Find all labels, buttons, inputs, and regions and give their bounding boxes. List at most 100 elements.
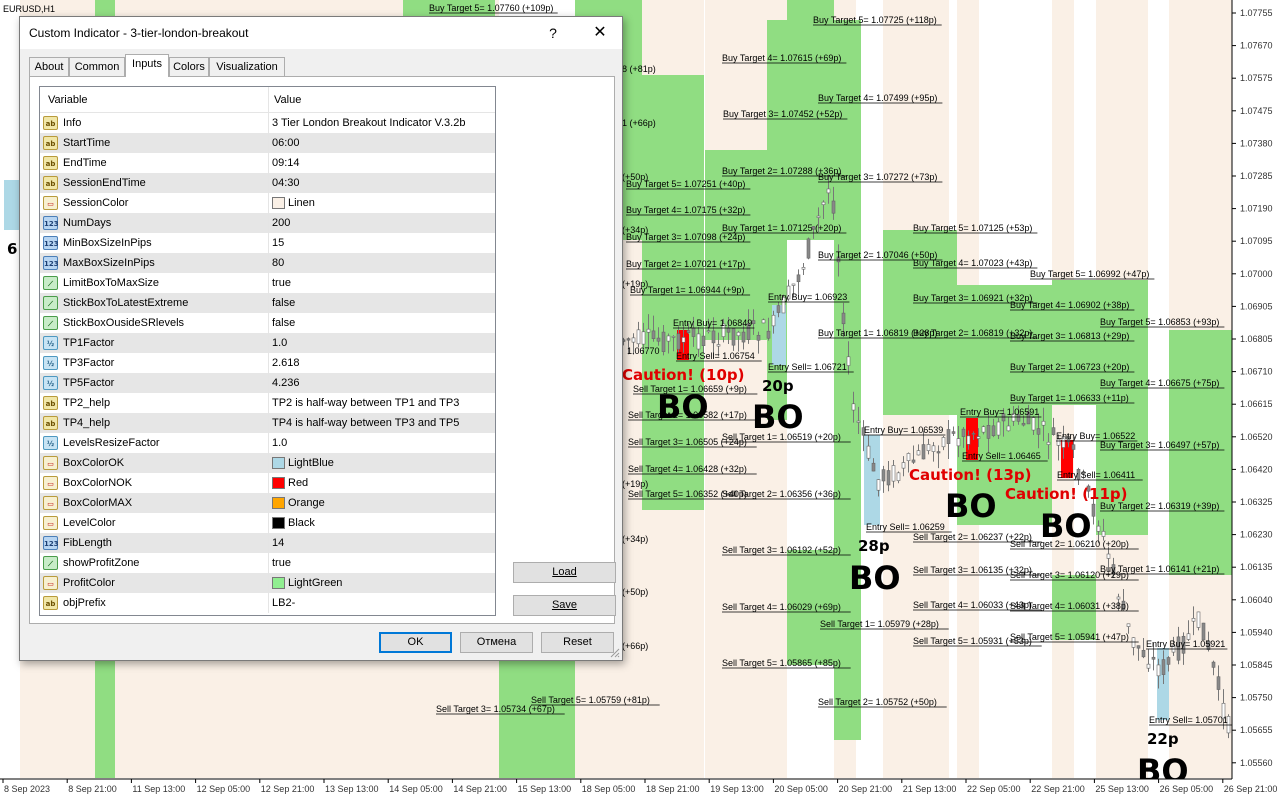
input-row-stickboxtolatestextreme[interactable]: ⟋ StickBoxToLatestExtreme false <box>40 293 495 313</box>
input-row-tp1factor[interactable]: ½ TP1Factor 1.0 <box>40 333 495 353</box>
input-value[interactable]: 1.0 <box>272 437 287 449</box>
box-size-label: 6 <box>7 240 17 258</box>
candle-body <box>1201 622 1206 641</box>
input-name: TP1Factor <box>63 337 115 349</box>
input-value[interactable]: Red <box>288 477 308 489</box>
input-row-profitcolor[interactable]: ▭ ProfitColor LightGreen <box>40 573 495 593</box>
tab-inputs[interactable]: Inputs <box>125 54 169 77</box>
input-name: TP2_help <box>63 397 111 409</box>
input-row-endtime[interactable]: ab EndTime 09:14 <box>40 153 495 173</box>
candle-body <box>726 327 731 333</box>
column-value-header[interactable]: Value <box>274 94 301 106</box>
integer-type-icon: 123 <box>43 256 59 270</box>
input-value[interactable]: 1.0 <box>272 337 287 349</box>
price-tick-label: 1.07755 <box>1240 8 1273 18</box>
help-button[interactable]: ? <box>540 21 566 45</box>
input-row-boxcolormax[interactable]: ▭ BoxColorMAX Orange <box>40 493 495 513</box>
input-value[interactable]: false <box>272 317 295 329</box>
boolean-type-icon: ⟋ <box>43 556 58 570</box>
save-button[interactable]: Save <box>513 595 616 616</box>
input-row-showprofitzone[interactable]: ⟋ showProfitZone true <box>40 553 495 573</box>
time-tick-label: 12 Sep 21:00 <box>261 784 315 794</box>
input-value[interactable]: 06:00 <box>272 137 300 149</box>
input-row-tp3factor[interactable]: ½ TP3Factor 2.618 <box>40 353 495 373</box>
double-type-icon: ½ <box>43 436 58 450</box>
color-swatch <box>272 517 285 529</box>
input-row-minboxsizeinpips[interactable]: 123 MinBoxSizeInPips 15 <box>40 233 495 253</box>
ok-button[interactable]: OK <box>379 632 452 653</box>
input-value[interactable]: true <box>272 277 291 289</box>
column-variable-header[interactable]: Variable <box>48 94 88 106</box>
breakout-label: BO <box>657 388 709 426</box>
candle-body <box>961 428 966 437</box>
candle-body <box>1041 420 1046 426</box>
time-tick-label: 25 Sep 13:00 <box>1095 784 1149 794</box>
level-label: Sell Target 5= 1.05865 (+85p) <box>722 658 841 668</box>
close-button[interactable]: ✕ <box>586 21 614 45</box>
inputs-grid[interactable]: Variable Value ab Info 3 Tier London Break… <box>39 86 496 616</box>
input-value[interactable]: Black <box>288 517 315 529</box>
tab-common[interactable]: Common <box>69 57 125 77</box>
load-button[interactable]: Load <box>513 562 616 583</box>
reset-button[interactable]: Reset <box>541 632 614 653</box>
dialog-titlebar[interactable]: Custom Indicator - 3-tier-london-breakou… <box>20 17 622 49</box>
input-row-limitboxtomaxsize[interactable]: ⟋ LimitBoxToMaxSize true <box>40 273 495 293</box>
level-label: Buy Target 4= 1.07499 (+95p) <box>818 93 937 103</box>
input-row-boxcolornok[interactable]: ▭ BoxColorNOK Red <box>40 473 495 493</box>
time-tick-label: 14 Sep 21:00 <box>453 784 507 794</box>
color-type-icon: ▭ <box>43 496 58 510</box>
input-value[interactable]: TP4 is half-way between TP3 and TP5 <box>272 417 459 429</box>
double-type-icon: ½ <box>43 356 58 370</box>
input-value[interactable]: LightGreen <box>288 577 342 589</box>
input-value[interactable]: 15 <box>272 237 284 249</box>
color-swatch <box>272 497 285 509</box>
tab-colors[interactable]: Colors <box>169 57 209 77</box>
input-row-levelcolor[interactable]: ▭ LevelColor Black <box>40 513 495 533</box>
input-value[interactable]: TP2 is half-way between TP1 and TP3 <box>272 397 459 409</box>
input-value[interactable]: 14 <box>272 537 284 549</box>
tab-visualization[interactable]: Visualization <box>209 57 285 77</box>
level-label: Sell Target 3= 1.06505 (+24p) <box>628 437 747 447</box>
input-row-stickboxousidesrlevels[interactable]: ⟋ StickBoxOusideSRlevels false <box>40 313 495 333</box>
candle-body <box>921 444 926 460</box>
input-value[interactable]: 04:30 <box>272 177 300 189</box>
input-value[interactable]: Linen <box>288 197 315 209</box>
input-row-fiblength[interactable]: 123 FibLength 14 <box>40 533 495 553</box>
string-type-icon: ab <box>43 416 58 430</box>
tab-about[interactable]: About <box>29 57 69 77</box>
input-row-tp2_help[interactable]: ab TP2_help TP2 is half-way between TP1 an… <box>40 393 495 413</box>
input-value[interactable]: 3 Tier London Breakout Indicator V.3.2b <box>272 117 465 129</box>
level-label: Buy Target 1= 1.06633 (+11p) <box>1010 393 1129 403</box>
input-row-sessioncolor[interactable]: ▭ SessionColor Linen <box>40 193 495 213</box>
input-row-boxcolorok[interactable]: ▭ BoxColorOK LightBlue <box>40 453 495 473</box>
input-value[interactable]: true <box>272 557 291 569</box>
candle-body <box>711 330 716 344</box>
input-value[interactable]: 4.236 <box>272 377 300 389</box>
level-label: Buy Target 5= 1.07125 (+53p) <box>913 223 1032 233</box>
input-value[interactable]: 200 <box>272 217 290 229</box>
input-row-starttime[interactable]: ab StartTime 06:00 <box>40 133 495 153</box>
input-value[interactable]: false <box>272 297 295 309</box>
input-row-numdays[interactable]: 123 NumDays 200 <box>40 213 495 233</box>
input-row-info[interactable]: ab Info 3 Tier London Breakout Indicator V… <box>40 113 495 133</box>
level-label: Buy Target 4= 1.07023 (+43p) <box>913 258 1032 268</box>
input-value[interactable]: 80 <box>272 257 284 269</box>
input-value[interactable]: LightBlue <box>288 457 334 469</box>
input-value[interactable]: 2.618 <box>272 357 300 369</box>
cancel-button[interactable]: Отмена <box>460 632 533 653</box>
input-value[interactable]: 09:14 <box>272 157 300 169</box>
resize-grip-icon[interactable] <box>610 648 620 658</box>
input-value[interactable]: Orange <box>288 497 325 509</box>
candle-body <box>671 336 676 338</box>
input-row-maxboxsizeinpips[interactable]: 123 MaxBoxSizeInPips 80 <box>40 253 495 273</box>
string-type-icon: ab <box>43 396 58 410</box>
input-row-levelsresizefactor[interactable]: ½ LevelsResizeFactor 1.0 <box>40 433 495 453</box>
input-row-sessionendtime[interactable]: ab SessionEndTime 04:30 <box>40 173 495 193</box>
candle-body <box>1161 659 1166 675</box>
price-tick-label: 1.07670 <box>1240 41 1273 51</box>
input-row-objprefix[interactable]: ab objPrefix LB2- <box>40 593 495 613</box>
clipped-level-label: (+34p) <box>622 225 648 235</box>
input-row-tp4_help[interactable]: ab TP4_help TP4 is half-way between TP3 an… <box>40 413 495 433</box>
input-row-tp5factor[interactable]: ½ TP5Factor 4.236 <box>40 373 495 393</box>
input-value[interactable]: LB2- <box>272 597 295 609</box>
